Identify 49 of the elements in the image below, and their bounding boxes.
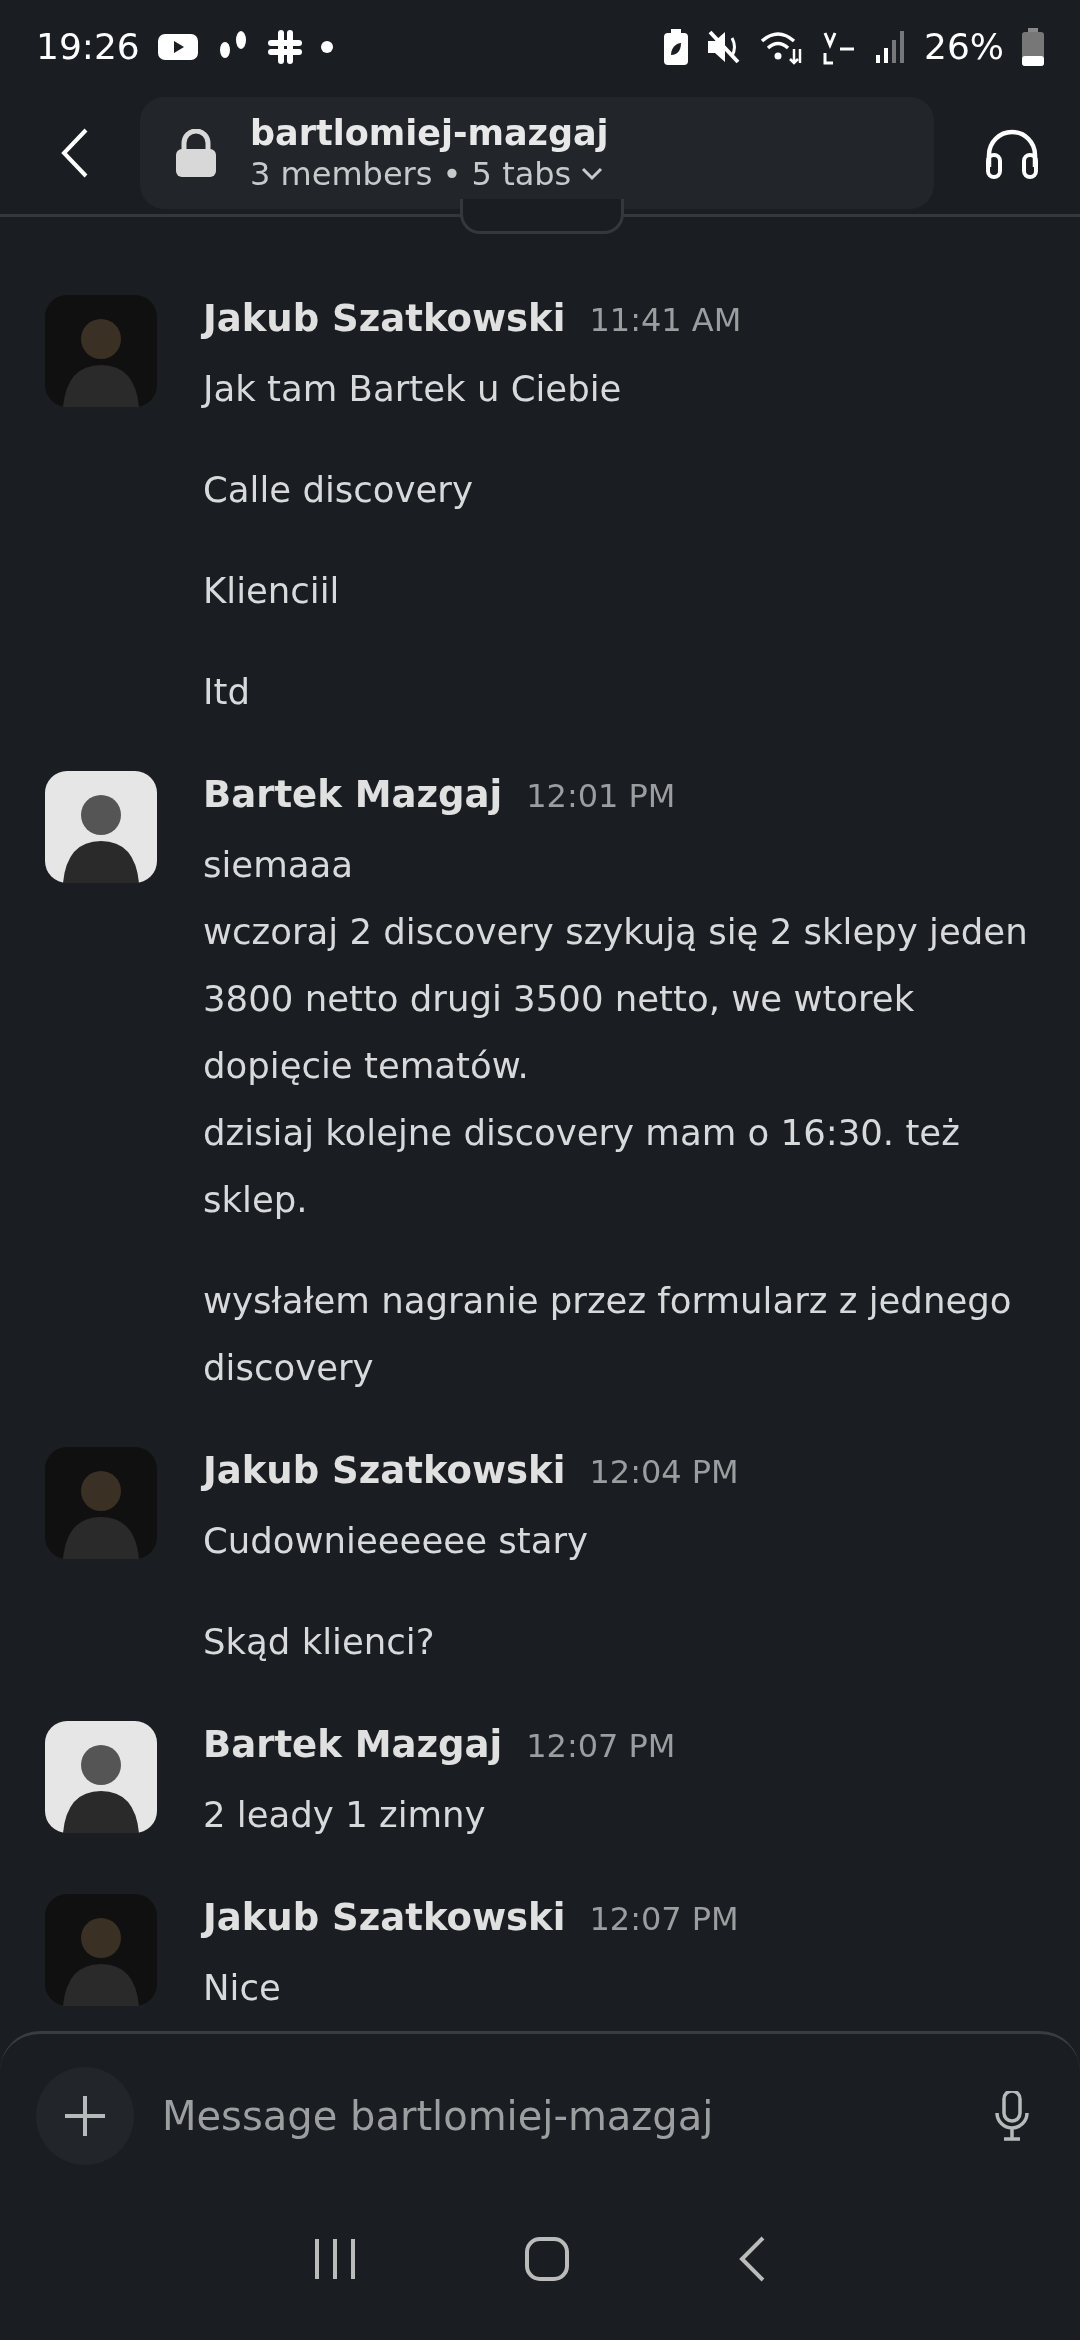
- message-text: Itd: [203, 669, 251, 714]
- channel-subtitle: 3 members • 5 tabs: [250, 155, 572, 194]
- channel-info-button[interactable]: bartlomiej-mazgaj 3 members • 5 tabs: [140, 97, 934, 210]
- message-text: Calle discovery: [203, 467, 474, 512]
- message-text: wysłałem nagranie przez formularz z jednego discovery: [203, 1278, 1013, 1390]
- microphone-icon[interactable]: [994, 2091, 1030, 2142]
- avatar-icon: [45, 294, 157, 407]
- lock-icon: [176, 129, 216, 178]
- mute-icon: [706, 29, 742, 64]
- message-input[interactable]: Message bartlomiej-mazgaj: [162, 2093, 966, 2140]
- avatar-icon: [45, 1446, 157, 1559]
- hash-grid-icon: [267, 29, 302, 64]
- message-time: 12:07 PM: [589, 1899, 739, 1938]
- message-time: 11:41 AM: [589, 300, 742, 339]
- signal-icon: [876, 30, 906, 63]
- plus-icon: [63, 2094, 107, 2139]
- author-name[interactable]: Bartek Mazgaj: [203, 772, 503, 816]
- avatar-icon: [45, 1720, 157, 1833]
- avatar-icon: [45, 1893, 157, 2006]
- message-time: 12:07 PM: [526, 1726, 676, 1765]
- message-text: wczoraj 2 discovery szykują się 2 sklepy jeden 3800 netto drugi 3500 netto, we wtorek dopięcie tematów.: [203, 909, 1029, 1088]
- author-name[interactable]: Jakub Szatkowski: [203, 296, 566, 340]
- home-icon[interactable]: [524, 2236, 570, 2283]
- video-icon: [157, 31, 198, 62]
- message-text: 2 leady 1 zimny: [203, 1792, 487, 1837]
- author-name[interactable]: Jakub Szatkowski: [203, 1448, 566, 1492]
- channel-title: bartlomiej-mazgaj: [250, 113, 609, 154]
- message-time: 12:01 PM: [526, 776, 676, 815]
- message-text: siemaaa: [203, 842, 355, 887]
- battery-saver-icon: [664, 28, 688, 65]
- clock: 19:26: [36, 26, 140, 68]
- battery-icon: [1022, 27, 1044, 66]
- avatar-icon: [45, 770, 157, 883]
- recent-apps-icon[interactable]: [314, 2237, 356, 2282]
- chevron-down-icon: [581, 167, 604, 182]
- message-text: dzisiaj kolejne discovery mam o 16:30. też sklep.: [203, 1110, 961, 1222]
- back-icon[interactable]: [738, 2236, 766, 2283]
- message-text: Klienciil: [203, 568, 341, 613]
- message-time: 12:04 PM: [589, 1452, 739, 1491]
- message-text: Skąd klienci?: [203, 1619, 436, 1664]
- message-text: Nice: [203, 1965, 282, 2010]
- author-name[interactable]: Jakub Szatkowski: [203, 1895, 566, 1939]
- battery-percent: 26%: [924, 26, 1004, 68]
- dot-icon: [319, 39, 334, 54]
- headphones-icon[interactable]: [984, 127, 1040, 180]
- author-name[interactable]: Bartek Mazgaj: [203, 1722, 503, 1766]
- message-text: Jak tam Bartek u Ciebie: [203, 366, 623, 411]
- back-icon[interactable]: [60, 128, 90, 179]
- message-text: Cudownieeeeee stary: [203, 1518, 590, 1563]
